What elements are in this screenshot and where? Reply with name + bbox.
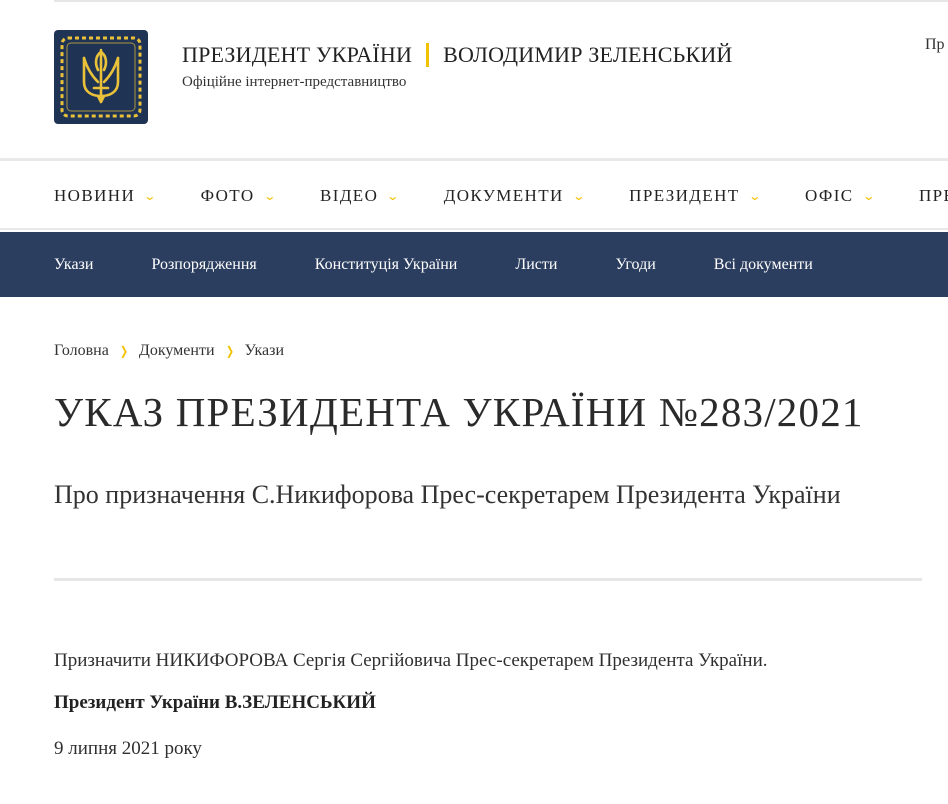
site-subtitle: Офіційне інтернет-представництво (182, 74, 407, 90)
decree-signature: Президент України В.ЗЕЛЕНСЬКИЙ (54, 692, 376, 713)
site-title-left: ПРЕЗИДЕНТ УКРАЇНИ (182, 42, 413, 67)
subnav-item-orders[interactable]: Розпорядження (151, 256, 256, 274)
main-navigation: НОВИНИ ⌄ ФОТО ⌄ ВІДЕО ⌄ ДОКУМЕНТИ ⌄ ПРЕЗ… (0, 158, 948, 230)
nav-item-label: ДОКУМЕНТИ (443, 186, 564, 205)
content-divider (54, 578, 922, 581)
page: ПРЕЗИДЕНТ УКРАЇНИ ВОЛОДИМИР ЗЕЛЕНСЬКИЙ О… (0, 0, 948, 804)
documents-subnav: Укази Розпорядження Конституція України … (0, 232, 948, 297)
chevron-down-icon: ⌄ (571, 188, 587, 203)
nav-item-label: ОФІС (805, 186, 854, 205)
site-title-right: ВОЛОДИМИР ЗЕЛЕНСЬКИЙ (443, 42, 733, 67)
chevron-right-icon: ❯ (225, 343, 234, 358)
decree-body: Призначити НИКИФОРОВА Сергія Сергійовича… (54, 650, 768, 671)
nav-item-president[interactable]: ПРЕЗИДЕНТ ⌄ (629, 186, 761, 206)
chevron-down-icon: ⌄ (386, 188, 402, 203)
chevron-down-icon: ⌄ (861, 188, 877, 203)
nav-item-label: ФОТО (200, 186, 255, 205)
nav-item-label: ВІДЕО (320, 186, 379, 205)
subnav-item-decrees[interactable]: Укази (54, 256, 93, 274)
decree-date: 9 липня 2021 року (54, 738, 202, 759)
subnav-item-letters[interactable]: Листи (515, 256, 557, 274)
nav-item-documents[interactable]: ДОКУМЕНТИ ⌄ (444, 186, 585, 206)
nav-item-news[interactable]: НОВИНИ ⌄ (54, 186, 157, 206)
page-subtitle: Про призначення С.Никифорова Прес-секрет… (54, 480, 841, 509)
nav-item-video[interactable]: ВІДЕО ⌄ (320, 186, 400, 206)
nav-item-label: ПРЕЗИДЕНТ (629, 186, 740, 205)
subnav-item-all-documents[interactable]: Всі документи (714, 256, 813, 274)
chevron-right-icon: ❯ (119, 343, 128, 358)
nav-item-office[interactable]: ОФІС ⌄ (805, 186, 875, 206)
site-title[interactable]: ПРЕЗИДЕНТ УКРАЇНИ ВОЛОДИМИР ЗЕЛЕНСЬКИЙ (182, 42, 733, 68)
site-header: ПРЕЗИДЕНТ УКРАЇНИ ВОЛОДИМИР ЗЕЛЕНСЬКИЙ О… (0, 0, 948, 160)
breadcrumb-item-documents[interactable]: Документи (139, 342, 215, 360)
header-right-link[interactable]: Пр (925, 36, 945, 54)
chevron-down-icon: ⌄ (747, 188, 763, 203)
subnav-item-constitution[interactable]: Конституція України (315, 256, 458, 274)
nav-item-label: ПРЕС (918, 186, 948, 205)
title-separator (426, 43, 430, 67)
trident-emblem-icon (60, 36, 142, 118)
trident-logo-icon[interactable] (54, 30, 148, 124)
chevron-down-icon: ⌄ (143, 188, 159, 203)
nav-item-press[interactable]: ПРЕС (919, 186, 948, 206)
breadcrumb-item-decrees[interactable]: Укази (245, 342, 284, 360)
chevron-down-icon: ⌄ (262, 188, 278, 203)
subnav-item-agreements[interactable]: Угоди (615, 256, 655, 274)
breadcrumb-item-home[interactable]: Головна (54, 342, 109, 360)
page-title: УКАЗ ПРЕЗИДЕНТА УКРАЇНИ №283/2021 (54, 389, 864, 435)
nav-item-photo[interactable]: ФОТО ⌄ (201, 186, 276, 206)
breadcrumb: Головна ❯ Документи ❯ Укази (54, 342, 284, 360)
nav-item-label: НОВИНИ (54, 186, 136, 205)
